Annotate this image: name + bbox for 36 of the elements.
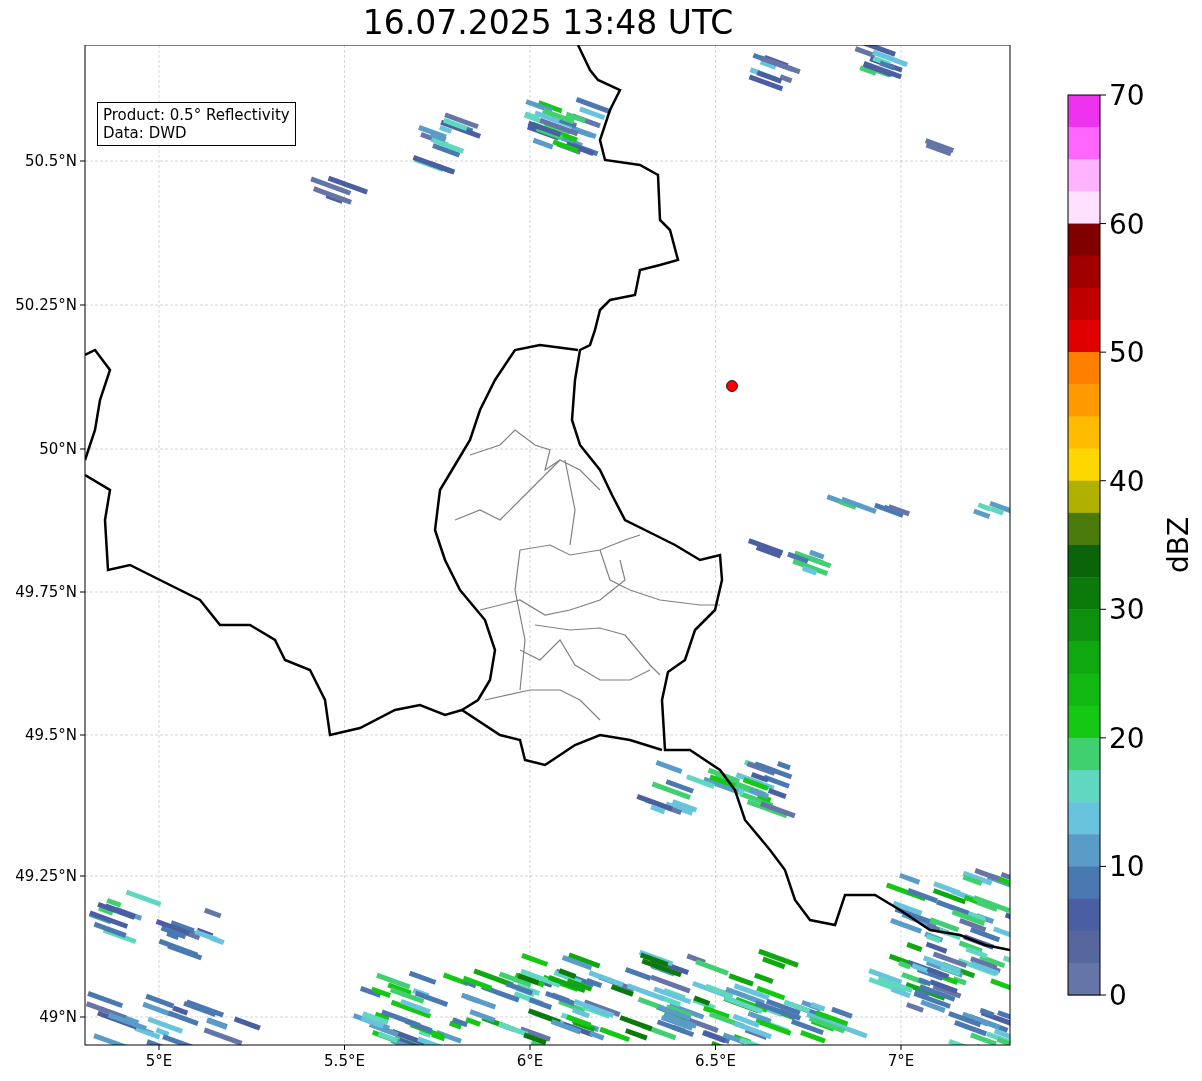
- radar-echo-drawing: [973, 500, 1010, 520]
- radar-echo-drawing: [155, 907, 225, 961]
- latitude-label: 49.5°N: [24, 726, 77, 744]
- info-text: Data: DWD: [103, 124, 188, 142]
- colorbar-tick-label: 20: [1109, 721, 1145, 755]
- longitude-label: 5.5°E: [324, 1052, 365, 1070]
- longitude-label: 7°E: [887, 1052, 915, 1070]
- radar-echo-drawing: [748, 52, 801, 92]
- radar-echo-drawing: [826, 494, 877, 514]
- radar-echo-drawing: [412, 112, 482, 175]
- colorbar-tick-label: 0: [1109, 979, 1127, 1012]
- latitude-label: 49.25°N: [15, 867, 77, 885]
- longitude-label: 6°E: [516, 1052, 544, 1070]
- location-marker: [726, 380, 738, 392]
- latitude-label: 49°N: [39, 1008, 77, 1026]
- colorbar-tick-label: 70: [1109, 79, 1145, 112]
- radar-echo-drawing: [747, 538, 784, 559]
- colorbar-tick-label: 10: [1109, 850, 1145, 884]
- colorbar-tick-label: 30: [1109, 593, 1145, 627]
- info-text: Product: 0.5° Reflectivity: [103, 106, 290, 124]
- chart-title: 16.07.2025 13:48 UTC: [362, 3, 734, 42]
- latitude-label: 50°N: [39, 440, 77, 458]
- radar-echo-drawing: [854, 45, 908, 80]
- radar-echo-drawing: [310, 175, 368, 205]
- latitude-label: 49.75°N: [15, 583, 77, 601]
- colorbar-label: dBZ: [1162, 516, 1195, 574]
- radar-echo-drawing: [924, 138, 955, 157]
- radar-echo-drawing: [787, 549, 832, 576]
- radar-echo-drawing: [874, 502, 911, 518]
- latitude-label: 50.5°N: [24, 152, 77, 170]
- colorbar-tick-label: 40: [1109, 464, 1145, 498]
- colorbar-tick-label: 50: [1109, 336, 1145, 370]
- longitude-label: 5°E: [145, 1052, 173, 1070]
- colorbar-tick-label: 60: [1109, 207, 1145, 241]
- longitude-label: 6.5°E: [695, 1052, 736, 1070]
- latitude-label: 50.25°N: [15, 296, 77, 314]
